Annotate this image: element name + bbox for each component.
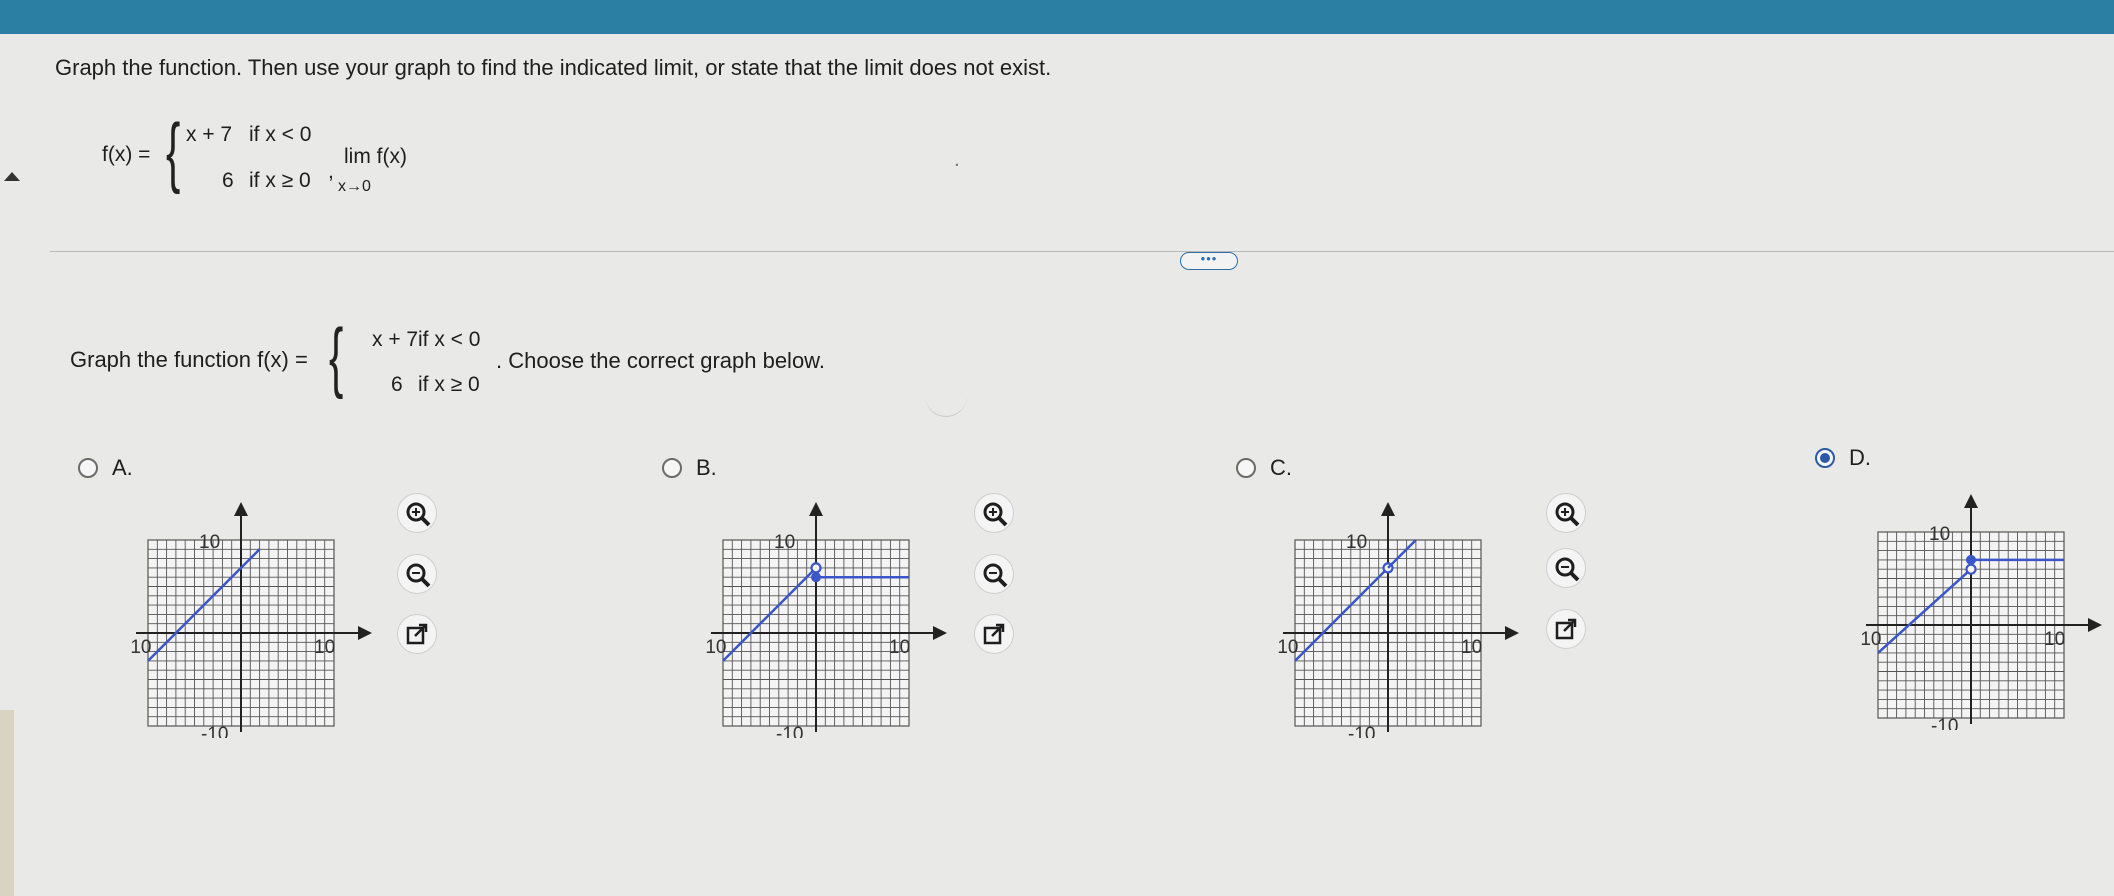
zoom-out-icon	[406, 563, 431, 588]
y-axis-arrow	[1381, 502, 1395, 516]
piece1-expr: x + 7	[186, 123, 233, 146]
zoom-in-button-c[interactable]	[1546, 493, 1586, 533]
y-axis-arrow	[234, 502, 248, 516]
closed-point	[1966, 554, 1976, 565]
divider	[50, 251, 2114, 252]
part-piece1-expr: x + 7	[372, 328, 419, 351]
piece2-cond: if x ≥ 0	[249, 169, 311, 192]
left-strip	[0, 710, 14, 896]
tick-label-xmax: 10	[2044, 629, 2065, 650]
more-button[interactable]: •••	[1180, 252, 1238, 270]
open-graph-button-a[interactable]	[397, 614, 437, 654]
collapse-arrow-icon[interactable]	[4, 172, 20, 181]
zoom-out-button-c[interactable]	[1546, 548, 1586, 588]
option-d-radio[interactable]	[1815, 448, 1835, 468]
graph-option-d: 10 -10 -10 10	[1860, 494, 2102, 730]
tick-label-ymin: -10	[1931, 716, 1958, 730]
limit-subscript: x→0	[338, 178, 371, 195]
zoom-in-button-a[interactable]	[397, 493, 437, 533]
part-piece2-expr: 6	[391, 373, 403, 396]
tick-label-xmax: 10	[1461, 637, 1482, 658]
tick-label-xmin: -10	[1860, 629, 1881, 650]
open-graph-button-c[interactable]	[1546, 609, 1586, 649]
part-piece1-cond: if x < 0	[418, 328, 481, 351]
limit-word: lim f(x)	[344, 145, 407, 168]
graph-option-c: 10 -10 -10 10	[1277, 502, 1519, 738]
zoom-in-icon	[1555, 502, 1580, 527]
part-brace: {	[329, 312, 344, 400]
external-link-icon	[406, 623, 428, 645]
x-axis-arrow	[1505, 626, 1519, 640]
open-point	[810, 562, 822, 574]
period: .	[954, 148, 960, 171]
zoom-in-button-b[interactable]	[974, 493, 1014, 533]
tick-label-ymax: 10	[199, 532, 220, 553]
piecewise-brace: {	[166, 107, 181, 195]
open-graph-button-b[interactable]	[974, 614, 1014, 654]
zoom-out-icon	[1555, 557, 1580, 582]
tick-label-ymin: -10	[201, 724, 228, 738]
open-point	[1965, 563, 1977, 575]
graph-option-b: 10 -10 -10 10	[705, 502, 947, 738]
tick-label-xmax: 10	[889, 637, 910, 658]
comma: ,	[328, 160, 334, 183]
tick-label-ymax: 10	[1346, 532, 1367, 553]
tick-label-xmin: -10	[1277, 637, 1298, 658]
tick-label-xmin: -10	[130, 637, 151, 658]
zoom-out-button-a[interactable]	[397, 554, 437, 594]
option-a-radio[interactable]	[78, 458, 98, 478]
x-axis-arrow	[933, 626, 947, 640]
option-a-label[interactable]: A.	[112, 455, 133, 481]
loading-cursor	[925, 394, 967, 417]
tick-label-ymin: -10	[1348, 724, 1375, 738]
tick-label-ymin: -10	[776, 724, 803, 738]
part-prefix: Graph the function f(x) =	[70, 347, 308, 372]
zoom-out-icon	[983, 563, 1008, 588]
tick-label-xmin: -10	[705, 637, 726, 658]
option-b-radio[interactable]	[662, 458, 682, 478]
option-c-radio[interactable]	[1236, 458, 1256, 478]
top-bar	[0, 0, 2114, 34]
option-b-label[interactable]: B.	[696, 455, 717, 481]
y-axis-arrow	[1964, 494, 1978, 508]
zoom-in-icon	[406, 502, 431, 527]
x-axis-arrow	[2088, 618, 2102, 632]
graph-option-a: 10 -10 -10 10	[130, 502, 372, 738]
y-axis-arrow	[809, 502, 823, 516]
external-link-icon	[983, 623, 1005, 645]
zoom-out-button-b[interactable]	[974, 554, 1014, 594]
piece2-expr: 6	[222, 169, 234, 192]
fx-label: f(x) =	[102, 143, 151, 166]
tick-label-xmax: 10	[314, 637, 335, 658]
part-suffix: . Choose the correct graph below.	[496, 348, 825, 373]
option-c-label[interactable]: C.	[1270, 455, 1292, 481]
x-axis-arrow	[358, 626, 372, 640]
zoom-in-icon	[983, 502, 1008, 527]
piece1-cond: if x < 0	[249, 123, 312, 146]
tick-label-ymax: 10	[1929, 524, 1950, 545]
tick-label-ymax: 10	[774, 532, 795, 553]
question-prompt: Graph the function. Then use your graph …	[55, 55, 1052, 80]
part-piece2-cond: if x ≥ 0	[418, 373, 480, 396]
closed-point	[811, 572, 821, 583]
option-d-label[interactable]: D.	[1849, 445, 1871, 471]
external-link-icon	[1555, 618, 1577, 640]
